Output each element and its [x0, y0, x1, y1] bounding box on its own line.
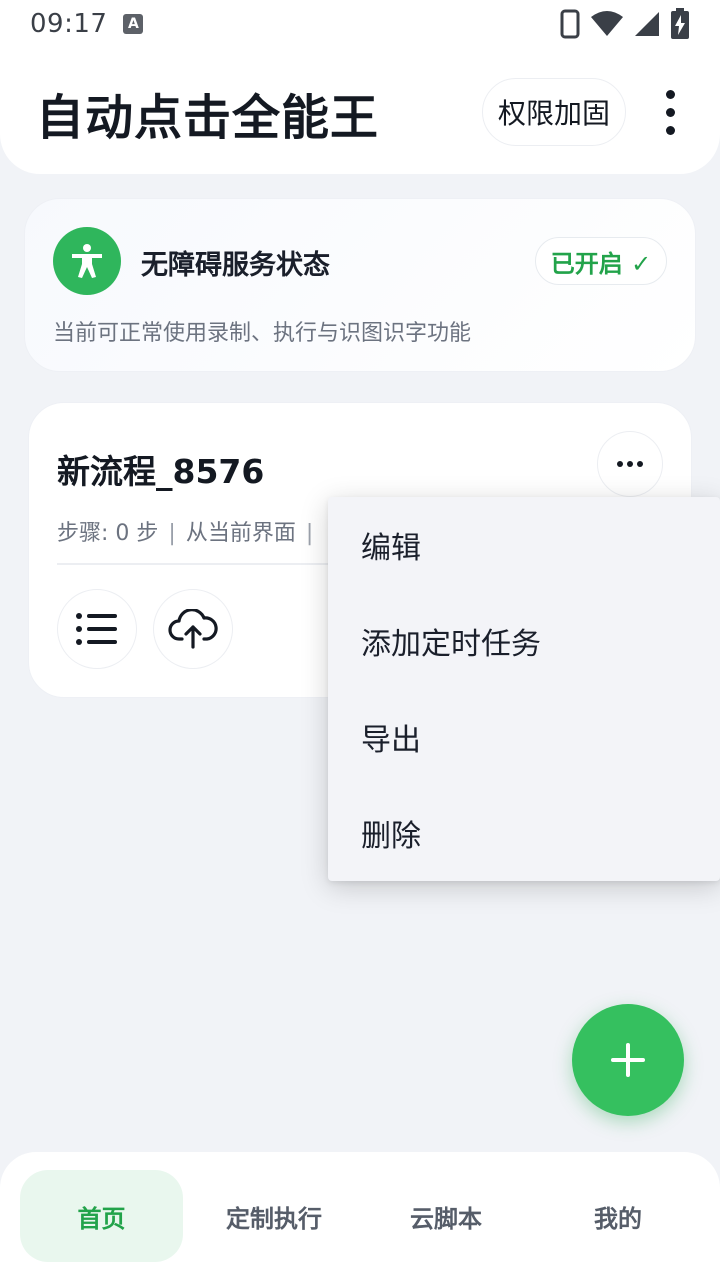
- status-icons: [560, 8, 690, 40]
- permission-reinforce-button[interactable]: 权限加固: [482, 78, 626, 146]
- flow-source: 从当前界面: [185, 521, 296, 546]
- cloud-upload-icon: [168, 609, 218, 649]
- status-time: 09:17: [30, 9, 108, 39]
- flow-title: 新流程_8576: [57, 452, 265, 491]
- app-title: 自动点击全能王: [36, 90, 380, 146]
- accessibility-icon: [53, 227, 121, 295]
- accessibility-title: 无障碍服务状态: [141, 250, 330, 281]
- app-header: 自动点击全能王 权限加固: [0, 48, 720, 174]
- flow-popup-menu: 编辑 添加定时任务 导出 删除: [328, 497, 720, 881]
- flow-meta: 步骤: 0 步 | 从当前界面 |: [57, 515, 323, 547]
- nav-item-custom-execute[interactable]: 定制执行: [194, 1170, 354, 1262]
- overflow-menu-icon[interactable]: [650, 82, 690, 142]
- accessibility-description: 当前可正常使用录制、执行与识图识字功能: [53, 321, 472, 346]
- wifi-icon: [591, 11, 623, 36]
- bottom-navigation: 首页 定制执行 云脚本 我的: [0, 1152, 720, 1280]
- meta-separator: |: [168, 521, 176, 546]
- signal-icon: [635, 12, 659, 36]
- plus-icon: [611, 1043, 645, 1077]
- step-list-button[interactable]: [57, 589, 137, 669]
- add-flow-button[interactable]: [572, 1004, 684, 1116]
- flow-more-icon[interactable]: [597, 431, 663, 497]
- nav-item-mine[interactable]: 我的: [538, 1170, 698, 1262]
- keyboard-a-icon: A: [123, 14, 144, 34]
- flow-steps: 步骤: 0 步: [57, 521, 159, 546]
- menu-item-delete[interactable]: 删除: [328, 785, 720, 881]
- menu-item-add-schedule[interactable]: 添加定时任务: [328, 593, 720, 689]
- accessibility-status-card[interactable]: 无障碍服务状态 已开启 ✓ 当前可正常使用录制、执行与识图识字功能: [24, 198, 696, 372]
- menu-item-edit[interactable]: 编辑: [328, 497, 720, 593]
- phone-icon: [560, 9, 580, 39]
- status-badge: 已开启 ✓: [535, 237, 667, 285]
- list-icon: [76, 613, 117, 645]
- meta-separator: |: [305, 521, 314, 546]
- nav-item-cloud-scripts[interactable]: 云脚本: [366, 1170, 526, 1262]
- battery-charging-icon: [671, 8, 689, 39]
- status-bar: 09:17 A: [0, 0, 720, 48]
- nav-item-home[interactable]: 首页: [20, 1170, 183, 1262]
- menu-item-export[interactable]: 导出: [328, 689, 720, 785]
- cloud-upload-button[interactable]: [153, 589, 233, 669]
